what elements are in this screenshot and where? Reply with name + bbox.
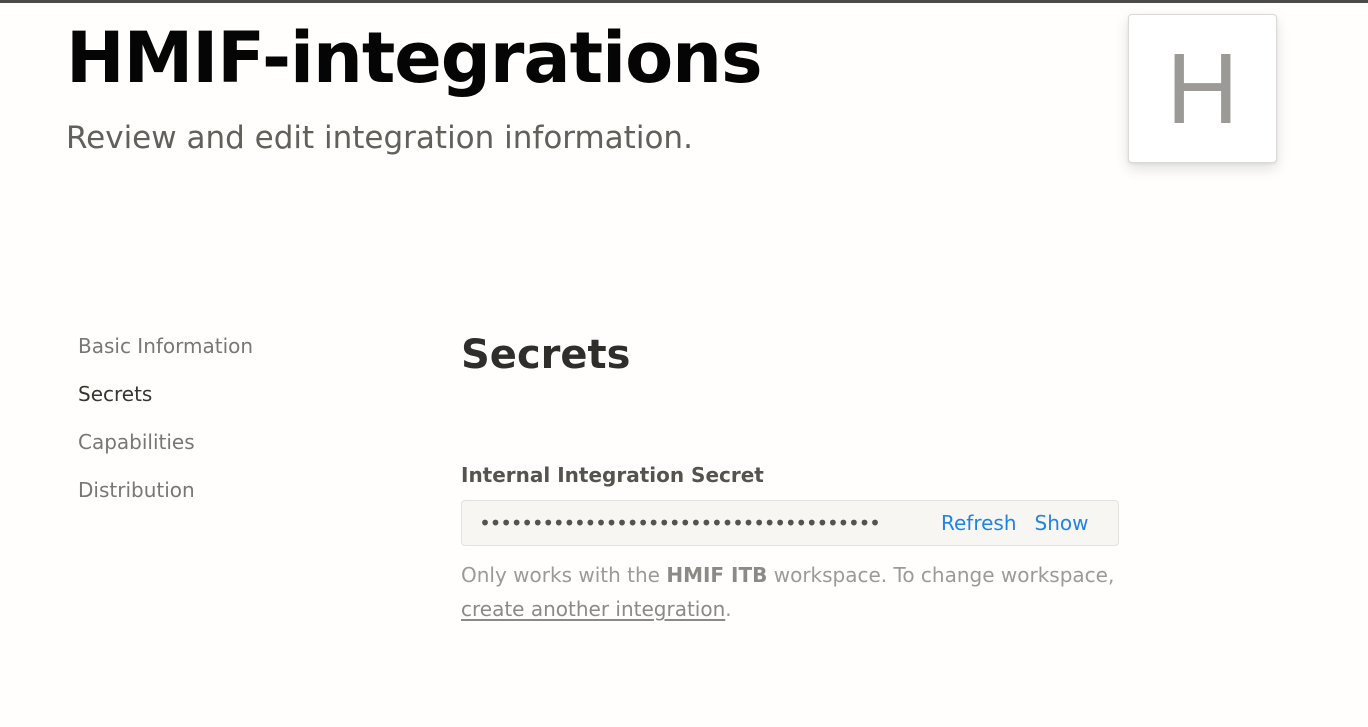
nav-item-secrets[interactable]: Secrets bbox=[78, 378, 378, 426]
settings-side-nav: Basic Information Secrets Capabilities D… bbox=[78, 330, 378, 522]
refresh-secret-button[interactable]: Refresh bbox=[941, 509, 1017, 537]
show-secret-button[interactable]: Show bbox=[1035, 509, 1089, 537]
page-subtitle: Review and edit integration information. bbox=[66, 120, 693, 156]
help-text-middle: workspace. To change workspace, bbox=[773, 563, 1115, 587]
window-top-border bbox=[0, 0, 1368, 3]
avatar-letter: H bbox=[1166, 32, 1239, 145]
nav-item-basic-information[interactable]: Basic Information bbox=[78, 330, 378, 378]
page-title: HMIF-integrations bbox=[66, 17, 763, 99]
secret-help-text: Only works with the HMIF ITB workspace. … bbox=[461, 558, 1141, 626]
nav-item-distribution[interactable]: Distribution bbox=[78, 474, 378, 522]
workspace-name: HMIF ITB bbox=[666, 563, 768, 587]
secrets-section-title: Secrets bbox=[461, 332, 631, 378]
nav-item-capabilities[interactable]: Capabilities bbox=[78, 426, 378, 474]
internal-secret-label: Internal Integration Secret bbox=[461, 463, 764, 487]
masked-secret-value: •••••••••••••••••••••••••••••••••••••• bbox=[479, 511, 881, 535]
integration-avatar[interactable]: H bbox=[1128, 14, 1277, 163]
help-text-suffix: . bbox=[725, 597, 732, 621]
internal-secret-field[interactable]: •••••••••••••••••••••••••••••••••••••• R… bbox=[461, 500, 1119, 546]
help-text-prefix: Only works with the bbox=[461, 563, 660, 587]
create-another-integration-link[interactable]: create another integration bbox=[461, 597, 725, 621]
